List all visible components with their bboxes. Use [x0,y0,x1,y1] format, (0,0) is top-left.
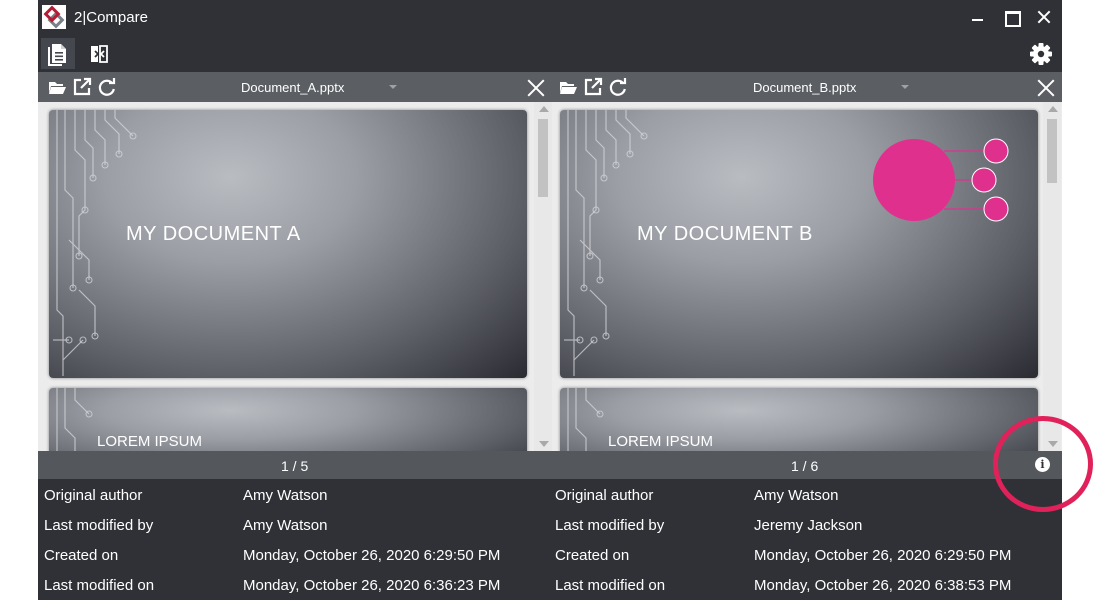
maximize-button[interactable] [999,6,1023,28]
refresh-icon[interactable] [97,77,117,97]
close-pane-a-button[interactable] [526,78,546,98]
highlight-ring [993,416,1093,512]
metadata-panel-b: Original author Amy Watson Last modified… [549,479,1062,600]
slide-2-b[interactable]: LOREM IPSUM [560,388,1038,451]
metadata-value: Monday, October 26, 2020 6:38:53 PM [754,577,1012,594]
metadata-value: Amy Watson [243,517,328,534]
metadata-panel-a: Original author Amy Watson Last modified… [38,479,549,600]
open-folder-icon[interactable] [47,77,67,97]
metadata-label: Last modified on [555,577,666,594]
filename-label-b[interactable]: Document_B.pptx [753,80,856,95]
slide-1-b[interactable]: MY DOCUMENT B [560,110,1038,378]
metadata-row: Original author Amy Watson [549,479,1062,509]
slide-title: LOREM IPSUM [608,433,714,450]
document-pane-b: Document_B.pptx MY DOCUMENT B LOREM IPSU… [552,72,1062,451]
compare-icon [91,45,108,63]
refresh-icon[interactable] [608,77,628,97]
metadata-value: Amy Watson [243,487,328,504]
slide-1-a[interactable]: MY DOCUMENT A [49,110,527,378]
scroll-down-arrow[interactable] [539,441,549,447]
pane-header-b: Document_B.pptx [552,72,1062,102]
metadata-value: Monday, October 26, 2020 6:29:50 PM [754,547,1012,564]
app-title: 2|Compare [74,9,148,26]
metadata-row: Last modified by Jeremy Jackson [549,509,1062,539]
scroll-up-arrow[interactable] [539,106,549,112]
page-indicator-a: 1 / 5 [281,458,309,474]
compare-view-button[interactable] [82,38,116,69]
settings-button[interactable] [1030,43,1052,65]
filename-dropdown-b[interactable] [901,85,909,89]
close-pane-b-button[interactable] [1036,78,1056,98]
toolbar [38,35,1062,72]
metadata-value: Jeremy Jackson [754,517,863,534]
metadata-row: Created on Monday, October 26, 2020 6:29… [549,539,1062,569]
open-folder-icon[interactable] [558,77,578,97]
gear-icon [1030,43,1052,65]
filename-dropdown-a[interactable] [389,85,397,89]
pink-circles-graphic [873,138,1009,222]
slide-title: MY DOCUMENT A [126,223,301,245]
metadata-row: Last modified on Monday, October 26, 202… [549,569,1062,599]
slide-2-a[interactable]: LOREM IPSUM [49,388,527,451]
metadata-label: Last modified on [44,577,155,594]
metadata-value: Monday, October 26, 2020 6:36:23 PM [243,577,501,594]
metadata-row: Last modified by Amy Watson [38,509,549,539]
app-window: 2|Compare Document_A.pptx MY DOCUMENT A … [38,0,1062,600]
slide-title: LOREM IPSUM [97,433,203,450]
scrollbar-b[interactable] [1043,102,1061,451]
metadata-row: Created on Monday, October 26, 2020 6:29… [38,539,549,569]
filename-label-a[interactable]: Document_A.pptx [241,80,344,95]
title-bar: 2|Compare [38,0,1062,35]
slides-viewer-b[interactable]: MY DOCUMENT B LOREM IPSUM [552,102,1062,451]
open-external-icon[interactable] [583,77,603,97]
slides-viewer-a[interactable]: MY DOCUMENT A LOREM IPSUM [38,102,552,451]
documents-view-button[interactable] [41,38,75,69]
metadata-row: Last modified on Monday, October 26, 202… [38,569,549,599]
metadata-label: Last modified by [555,517,665,534]
metadata-value: Amy Watson [754,487,839,504]
documents-icon [48,44,66,66]
pane-header-a: Document_A.pptx [38,72,552,102]
window-close-button[interactable] [1032,6,1056,28]
scroll-up-arrow[interactable] [1048,106,1058,112]
scroll-thumb[interactable] [538,119,548,197]
slide-title: MY DOCUMENT B [637,223,813,245]
page-indicator-b: 1 / 6 [791,458,819,474]
metadata-value: Monday, October 26, 2020 6:29:50 PM [243,547,501,564]
open-external-icon[interactable] [72,77,92,97]
metadata-row: Original author Amy Watson [38,479,549,509]
metadata-label: Created on [555,547,630,564]
scrollbar-a[interactable] [534,102,552,451]
metadata-label: Last modified by [44,517,154,534]
metadata-label: Original author [555,487,654,504]
minimize-button[interactable] [966,6,990,28]
metadata-label: Created on [44,547,119,564]
metadata-label: Original author [44,487,143,504]
app-logo-icon [42,5,66,29]
document-pane-a: Document_A.pptx MY DOCUMENT A LOREM IPSU… [38,72,552,451]
page-bar: 1 / 5 1 / 6 i [38,451,1062,479]
scroll-thumb[interactable] [1047,119,1057,183]
